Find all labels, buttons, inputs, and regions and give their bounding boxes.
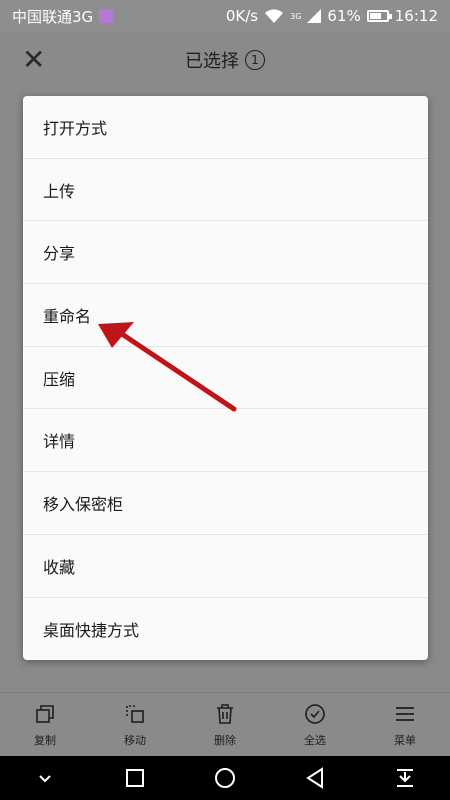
- menu-item-share[interactable]: 分享: [23, 221, 428, 285]
- notification-icon: [99, 9, 114, 23]
- status-bar: 中国联通3G 0K/s 3G 61% 16:12: [0, 0, 450, 32]
- menu-item-desktop-shortcut[interactable]: 桌面快捷方式: [23, 598, 428, 661]
- move-icon: [126, 704, 144, 723]
- delete-button[interactable]: 删除: [180, 693, 270, 756]
- signal-type: 3G: [290, 11, 302, 21]
- signal-icon: [307, 9, 322, 23]
- menu-item-favorite[interactable]: 收藏: [23, 535, 428, 598]
- menu-label: 菜单: [394, 733, 416, 747]
- bottom-toolbar: 复制 移动 删除 全选 菜单: [0, 692, 450, 756]
- copy-button[interactable]: 复制: [0, 693, 90, 756]
- page-title: 已选择: [185, 51, 239, 72]
- menu-item-upload[interactable]: 上传: [23, 159, 428, 222]
- chevron-down-icon[interactable]: [33, 766, 57, 790]
- menu-item-rename[interactable]: 重命名: [23, 284, 428, 347]
- selection-header: ✕ 已选择 1: [0, 32, 450, 88]
- menu-button[interactable]: 菜单: [360, 693, 450, 756]
- move-button[interactable]: 移动: [90, 693, 180, 756]
- menu-item-details[interactable]: 详情: [23, 409, 428, 473]
- recent-apps-icon[interactable]: [123, 766, 147, 790]
- menu-item-move-to-safe[interactable]: 移入保密柜: [23, 472, 428, 535]
- home-icon[interactable]: [213, 766, 237, 790]
- back-icon[interactable]: [303, 766, 327, 790]
- select-all-button[interactable]: 全选: [270, 693, 360, 756]
- delete-label: 删除: [214, 733, 236, 747]
- copy-icon: [36, 704, 54, 723]
- menu-item-open-with[interactable]: 打开方式: [23, 96, 428, 159]
- battery-icon: [366, 10, 392, 22]
- close-icon[interactable]: ✕: [22, 46, 45, 74]
- context-menu: 打开方式 上传 分享 重命名 压缩 详情 移入保密柜 收藏 桌面快捷方式: [23, 96, 428, 660]
- network-speed: 0K/s: [225, 7, 259, 25]
- menu-icon: [396, 706, 414, 721]
- trash-icon: [217, 703, 233, 724]
- select-all-icon: [305, 703, 325, 724]
- move-label: 移动: [124, 733, 146, 747]
- menu-item-compress[interactable]: 压缩: [23, 347, 428, 410]
- navigation-bar: [0, 756, 450, 800]
- copy-label: 复制: [34, 733, 56, 747]
- carrier-label: 中国联通3G: [12, 7, 94, 26]
- clock: 16:12: [394, 7, 438, 25]
- select-all-label: 全选: [304, 733, 326, 747]
- selected-count-badge: 1: [245, 50, 265, 70]
- battery-percent: 61%: [327, 7, 361, 25]
- notification-pull-icon[interactable]: [393, 766, 417, 790]
- wifi-icon: [265, 9, 284, 23]
